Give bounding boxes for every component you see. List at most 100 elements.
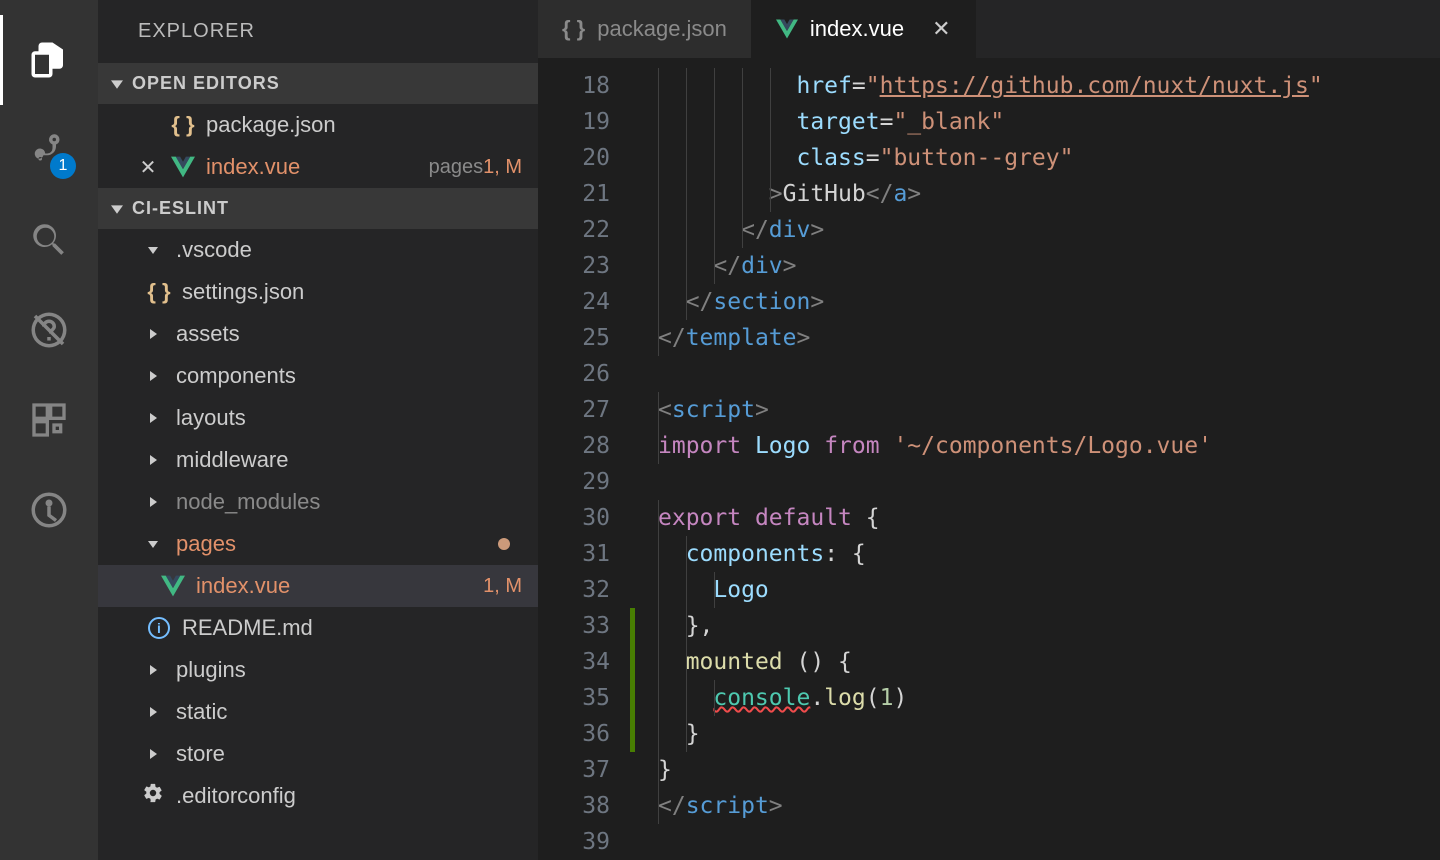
code-line[interactable]: export default { <box>638 500 1440 536</box>
activity-gitlens[interactable] <box>0 465 98 555</box>
code-line[interactable]: } <box>638 752 1440 788</box>
sidebar-title: EXPLORER <box>98 0 538 63</box>
code-line[interactable]: </script> <box>638 788 1440 824</box>
folder-item[interactable]: .vscode <box>98 229 538 271</box>
line-number: 18 <box>538 68 638 104</box>
modified-gutter-icon <box>630 680 635 716</box>
line-number: 37 <box>538 752 638 788</box>
modified-gutter-icon <box>630 716 635 752</box>
code-line[interactable]: Logo <box>638 572 1440 608</box>
file-status: 1, M <box>483 575 522 598</box>
scm-badge: 1 <box>50 153 76 179</box>
folder-icon <box>138 329 168 339</box>
item-label: .editorconfig <box>176 783 538 809</box>
code-line[interactable]: </div> <box>638 248 1440 284</box>
activity-extensions[interactable] <box>0 375 98 465</box>
code-line[interactable]: import Logo from '~/components/Logo.vue' <box>638 428 1440 464</box>
open-editor-item[interactable]: ✕index.vuepages1, M <box>98 146 538 188</box>
code-content[interactable]: href="https://github.com/nuxt/nuxt.js" t… <box>638 58 1440 860</box>
vue-icon <box>158 574 188 598</box>
activity-debug[interactable] <box>0 285 98 375</box>
code-line[interactable]: components: { <box>638 536 1440 572</box>
project-label: CI-ESLINT <box>132 198 229 219</box>
file-label: index.vue <box>206 154 419 180</box>
close-icon[interactable]: ✕ <box>138 155 158 180</box>
line-number: 24 <box>538 284 638 320</box>
file-item[interactable]: index.vue1, M <box>98 565 538 607</box>
code-line[interactable] <box>638 356 1440 392</box>
code-line[interactable] <box>638 824 1440 860</box>
no-bug-icon <box>28 309 70 351</box>
vue-icon <box>776 18 798 40</box>
activity-explorer[interactable] <box>0 15 98 105</box>
project-header[interactable]: CI-ESLINT <box>98 188 538 229</box>
item-label: store <box>176 741 538 767</box>
item-label: components <box>176 363 538 389</box>
folder-item[interactable]: layouts <box>98 397 538 439</box>
line-number: 30 <box>538 500 638 536</box>
code-line[interactable]: } <box>638 716 1440 752</box>
line-number: 38 <box>538 788 638 824</box>
folder-icon <box>138 707 168 717</box>
folder-item[interactable]: static <box>98 691 538 733</box>
item-label: README.md <box>182 615 538 641</box>
line-number: 23 <box>538 248 638 284</box>
line-number: 25 <box>538 320 638 356</box>
file-item[interactable]: .editorconfig <box>98 775 538 817</box>
folder-item[interactable]: components <box>98 355 538 397</box>
files-icon <box>28 39 70 81</box>
gear-icon <box>138 782 168 810</box>
code-line[interactable]: </template> <box>638 320 1440 356</box>
line-number: 31 <box>538 536 638 572</box>
file-item[interactable]: iREADME.md <box>98 607 538 649</box>
extensions-icon <box>29 400 69 440</box>
code-line[interactable]: </section> <box>638 284 1440 320</box>
code-line[interactable]: target="_blank" <box>638 104 1440 140</box>
folder-item[interactable]: middleware <box>98 439 538 481</box>
line-number: 28 <box>538 428 638 464</box>
folder-item[interactable]: store <box>98 733 538 775</box>
code-line[interactable]: console.log(1) <box>638 680 1440 716</box>
line-number: 26 <box>538 356 638 392</box>
folder-item[interactable]: node_modules <box>98 481 538 523</box>
open-editor-item[interactable]: { }package.json <box>98 104 538 146</box>
activity-search[interactable] <box>0 195 98 285</box>
code-line[interactable] <box>638 464 1440 500</box>
open-editors-header[interactable]: OPEN EDITORS <box>98 63 538 104</box>
chevron-down-icon <box>108 203 126 215</box>
code-line[interactable]: href="https://github.com/nuxt/nuxt.js" <box>638 68 1440 104</box>
folder-icon <box>138 749 168 759</box>
folder-icon <box>138 455 168 465</box>
editor-tab[interactable]: { }package.json <box>538 0 752 58</box>
code-line[interactable]: <script> <box>638 392 1440 428</box>
folder-item[interactable]: pages <box>98 523 538 565</box>
code-line[interactable]: class="button--grey" <box>638 140 1440 176</box>
editor-tab[interactable]: index.vue ✕ <box>752 0 976 58</box>
folder-open-icon <box>138 245 168 255</box>
file-item[interactable]: { } settings.json <box>98 271 538 313</box>
folder-icon <box>138 413 168 423</box>
modified-gutter-icon <box>630 644 635 680</box>
editor-body[interactable]: 1819202122232425262728293031323334353637… <box>538 58 1440 860</box>
tab-label: index.vue <box>810 16 904 42</box>
vue-icon <box>168 155 198 179</box>
folder-item[interactable]: assets <box>98 313 538 355</box>
line-number: 20 <box>538 140 638 176</box>
code-line[interactable]: }, <box>638 608 1440 644</box>
braces-icon: { } <box>168 112 198 138</box>
folder-item[interactable]: plugins <box>98 649 538 691</box>
close-icon[interactable]: ✕ <box>932 16 950 42</box>
code-line[interactable]: </div> <box>638 212 1440 248</box>
item-label: assets <box>176 321 538 347</box>
code-line[interactable]: mounted () { <box>638 644 1440 680</box>
tab-bar: { }package.json index.vue ✕ <box>538 0 1440 58</box>
line-number: 22 <box>538 212 638 248</box>
activity-scm[interactable]: 1 <box>0 105 98 195</box>
line-number: 35 <box>538 680 638 716</box>
item-label: settings.json <box>182 279 538 305</box>
tab-label: package.json <box>597 16 727 42</box>
folder-open-icon <box>138 539 168 549</box>
file-path: pages <box>429 156 484 179</box>
braces-icon: { } <box>144 279 174 305</box>
code-line[interactable]: >GitHub</a> <box>638 176 1440 212</box>
